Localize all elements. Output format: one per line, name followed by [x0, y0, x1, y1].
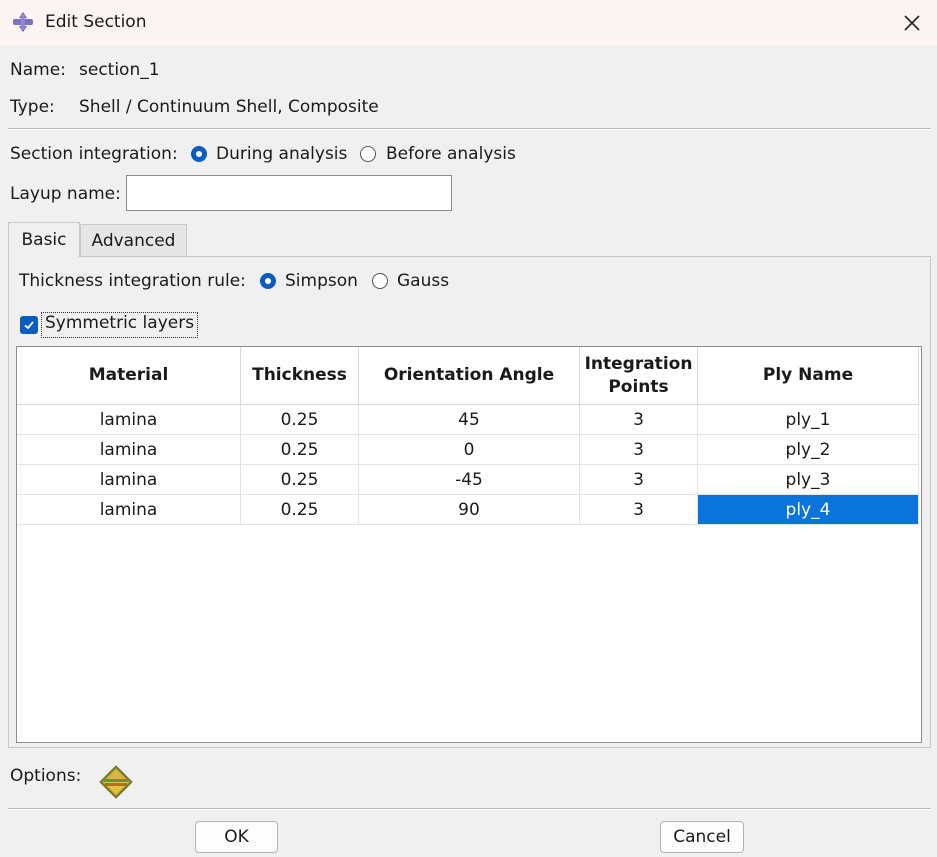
table-cell[interactable]: lamina: [17, 495, 241, 525]
layup-table: Material Thickness Orientation Angle Int…: [16, 346, 922, 743]
table-cell[interactable]: 3: [580, 495, 698, 525]
name-label: Name:: [10, 60, 66, 80]
section-icon: [13, 12, 33, 32]
tab-advanced[interactable]: Advanced: [80, 224, 187, 256]
layup-name-label: Layup name:: [10, 184, 121, 204]
column-header-ply-name[interactable]: Ply Name: [698, 347, 919, 405]
during-analysis-label[interactable]: During analysis: [216, 144, 347, 164]
window-title: Edit Section: [45, 12, 147, 32]
close-icon: [904, 15, 920, 31]
options-label: Options:: [10, 766, 82, 786]
thickness-rule-label: Thickness integration rule:: [19, 271, 246, 291]
layup-name-input[interactable]: [126, 175, 452, 211]
table-cell[interactable]: 3: [580, 435, 698, 465]
table-cell[interactable]: lamina: [17, 465, 241, 495]
checkmark-icon: [24, 321, 34, 330]
column-header-material[interactable]: Material: [17, 347, 241, 405]
cancel-button[interactable]: Cancel: [660, 821, 744, 853]
table-cell[interactable]: lamina: [17, 435, 241, 465]
close-button[interactable]: [888, 0, 936, 46]
table-cell[interactable]: ply_1: [698, 405, 919, 435]
before-analysis-radio[interactable]: [360, 146, 376, 162]
table-cell[interactable]: 3: [580, 405, 698, 435]
table-cell[interactable]: 90: [359, 495, 580, 525]
table-cell[interactable]: ply_2: [698, 435, 919, 465]
separator: [8, 128, 931, 130]
during-analysis-radio[interactable]: [191, 146, 207, 162]
table-cell[interactable]: 0.25: [241, 435, 359, 465]
simpson-radio[interactable]: [260, 273, 276, 289]
table-cell[interactable]: 0.25: [241, 405, 359, 435]
gauss-label[interactable]: Gauss: [397, 271, 449, 291]
tab-joiner: [9, 255, 79, 257]
table-cell[interactable]: lamina: [17, 405, 241, 435]
table-cell[interactable]: 0.25: [241, 495, 359, 525]
ok-button[interactable]: OK: [195, 821, 278, 853]
table-cell[interactable]: 0.25: [241, 465, 359, 495]
table-cell[interactable]: 45: [359, 405, 580, 435]
column-header-orientation-angle[interactable]: Orientation Angle: [359, 347, 580, 405]
table-cell[interactable]: 0: [359, 435, 580, 465]
separator: [8, 808, 931, 810]
name-value: section_1: [79, 60, 160, 80]
symmetric-layers-label-box[interactable]: Symmetric layers: [41, 312, 199, 338]
section-integration-label: Section integration:: [10, 144, 178, 164]
table-cell[interactable]: 3: [580, 465, 698, 495]
symmetric-layers-label[interactable]: Symmetric layers: [45, 313, 194, 333]
table-cell[interactable]: -45: [359, 465, 580, 495]
tab-basic[interactable]: Basic: [8, 222, 80, 256]
type-value: Shell / Continuum Shell, Composite: [79, 97, 379, 117]
column-header-thickness[interactable]: Thickness: [241, 347, 359, 405]
before-analysis-label[interactable]: Before analysis: [386, 144, 516, 164]
column-header-integration-points[interactable]: Integration Points: [580, 347, 698, 405]
symmetric-layers-checkbox[interactable]: [20, 316, 38, 334]
table-cell[interactable]: ply_3: [698, 465, 919, 495]
simpson-label[interactable]: Simpson: [285, 271, 358, 291]
layup-options-icon[interactable]: [98, 764, 134, 800]
type-label: Type:: [10, 97, 55, 117]
gauss-radio[interactable]: [372, 273, 388, 289]
table-cell-selected[interactable]: ply_4: [698, 495, 919, 525]
